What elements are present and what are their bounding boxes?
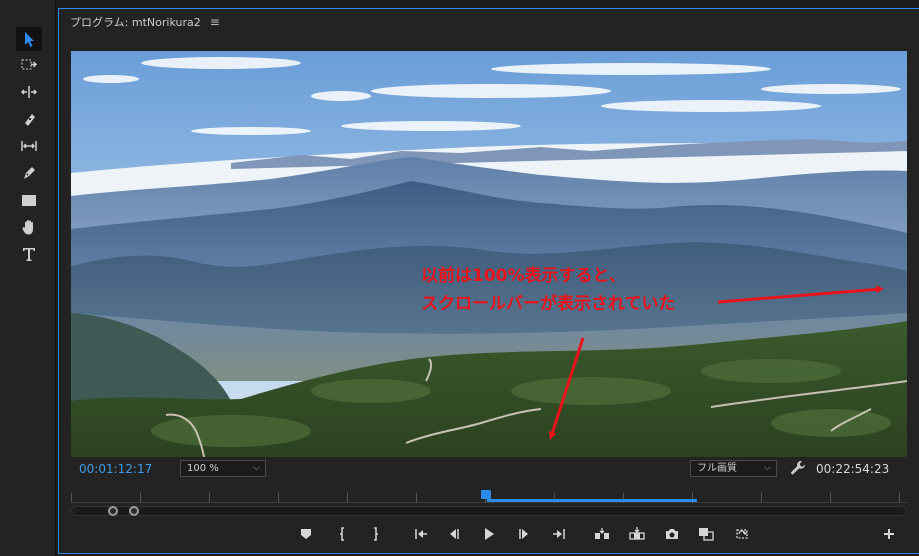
pen-tool[interactable]	[16, 161, 42, 185]
playback-resolution-select[interactable]: フル画質 ⌵	[690, 460, 777, 477]
playhead[interactable]	[481, 490, 491, 499]
button-editor-add-button[interactable]	[879, 525, 899, 543]
razor-icon	[25, 114, 35, 126]
vr-video-button[interactable]	[732, 525, 752, 543]
chevron-down-icon: ⌵	[253, 463, 260, 473]
mark-out-button[interactable]	[365, 525, 385, 543]
slip-tool[interactable]	[16, 134, 42, 158]
insert-icon	[595, 528, 609, 539]
in-out-range-bar[interactable]	[487, 499, 697, 502]
go-to-out-button[interactable]	[549, 525, 569, 543]
mark-out-icon	[374, 527, 378, 541]
comparison-view-button[interactable]	[696, 525, 716, 543]
program-monitor-panel: プログラム: mtNorikura2 ≡ 以前は100%表示すると、 スクロール…	[58, 8, 919, 554]
mark-in-button[interactable]	[333, 525, 353, 543]
razor-tool[interactable]	[16, 107, 42, 131]
playback-resolution-value: フル画質	[697, 463, 737, 474]
go-to-in-icon	[415, 529, 427, 539]
selection-tool[interactable]	[16, 27, 42, 51]
marker-icon	[301, 529, 311, 539]
insert-button[interactable]	[592, 525, 612, 543]
play-button[interactable]	[479, 525, 499, 543]
zoom-scroll-right-handle[interactable]	[129, 506, 139, 516]
step-back-button[interactable]	[444, 525, 464, 543]
duration-timecode: 00:22:54:23	[816, 462, 890, 476]
vr-toggle-icon	[736, 529, 748, 539]
zoom-level-select[interactable]: 100 % ⌵	[180, 460, 266, 477]
ruler-tick	[899, 493, 900, 503]
mountain-landscape-image: 以前は100%表示すると、 スクロールバーが表示されていた	[71, 51, 907, 457]
type-icon	[23, 248, 35, 261]
step-forward-button[interactable]	[514, 525, 534, 543]
pen-icon	[24, 167, 35, 179]
track-select-icon	[21, 59, 38, 70]
ripple-edit-icon	[20, 86, 38, 98]
ruler-tick	[209, 493, 210, 503]
rectangle-tool[interactable]	[16, 188, 42, 212]
ruler-tick	[140, 493, 141, 503]
wrench-icon[interactable]	[790, 460, 806, 476]
overwrite-button[interactable]	[627, 525, 647, 543]
ruler-tick	[71, 493, 72, 503]
ripple-edit-tool[interactable]	[16, 80, 42, 104]
rectangle-icon	[22, 195, 36, 206]
ruler-tick	[416, 493, 417, 503]
transport-controls	[59, 522, 919, 546]
hand-tool[interactable]	[16, 215, 42, 239]
camera-icon	[666, 529, 678, 539]
play-icon	[485, 528, 494, 540]
track-select-tool[interactable]	[16, 53, 42, 77]
selection-arrow-icon	[25, 32, 34, 47]
hamburger-menu-icon[interactable]: ≡	[210, 15, 220, 29]
annotation-line-2: スクロールバーが表示されていた	[421, 293, 676, 314]
zoom-scroll-bar[interactable]	[71, 506, 907, 516]
overwrite-icon	[629, 527, 645, 540]
ruler-baseline	[71, 502, 907, 503]
type-tool[interactable]	[16, 242, 42, 266]
step-forward-icon	[519, 529, 528, 539]
add-marker-button[interactable]	[296, 525, 316, 543]
plus-icon	[884, 529, 894, 539]
monitor-control-row: 00:01:12:17 100 % ⌵ フル画質 ⌵ 00:22:54:23	[59, 459, 919, 479]
current-timecode[interactable]: 00:01:12:17	[79, 462, 152, 476]
step-back-icon	[450, 529, 459, 539]
go-to-in-button[interactable]	[411, 525, 431, 543]
go-to-out-icon	[553, 529, 565, 539]
time-ruler[interactable]	[71, 487, 907, 503]
ruler-tick	[761, 493, 762, 503]
chevron-down-icon: ⌵	[764, 463, 771, 473]
hand-icon	[22, 220, 33, 235]
comparison-view-icon	[699, 528, 714, 541]
mark-in-icon	[340, 527, 344, 541]
video-frame: 以前は100%表示すると、 スクロールバーが表示されていた	[71, 51, 907, 457]
panel-header: プログラム: mtNorikura2 ≡	[59, 9, 919, 35]
slip-icon	[21, 141, 37, 151]
zoom-level-value: 100 %	[187, 463, 219, 474]
ruler-tick	[278, 493, 279, 503]
zoom-scroll-left-handle[interactable]	[108, 506, 118, 516]
ruler-tick	[347, 493, 348, 503]
export-frame-button[interactable]	[662, 525, 682, 543]
annotation-line-1: 以前は100%表示すると、	[421, 265, 626, 286]
ruler-tick	[830, 493, 831, 503]
panel-title[interactable]: プログラム: mtNorikura2	[70, 14, 201, 30]
tools-panel	[0, 0, 56, 556]
